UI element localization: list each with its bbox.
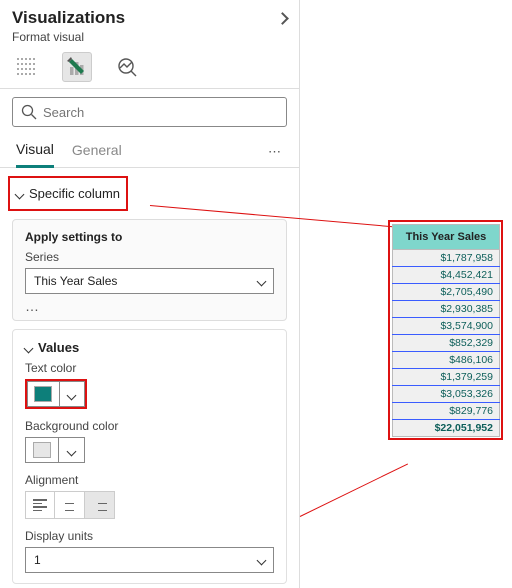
pane-subtitle: Format visual <box>0 30 299 50</box>
tabs-more-icon[interactable]: ⋯ <box>268 144 283 160</box>
preview-table: This Year Sales $1,787,958$4,452,421$2,7… <box>392 224 500 437</box>
collapse-pane-icon[interactable] <box>278 11 287 26</box>
preview-total-cell: $22,051,952 <box>393 420 500 437</box>
format-visual-button[interactable] <box>62 52 92 82</box>
tab-general[interactable]: General <box>72 138 122 166</box>
series-label: Series <box>25 250 274 264</box>
visualizations-pane: Visualizations Format visual <box>0 0 300 588</box>
apply-settings-heading: Apply settings to <box>25 230 274 244</box>
chevron-down-icon <box>16 186 23 201</box>
values-card: Values Text color Background color Align… <box>12 329 287 584</box>
text-color-label: Text color <box>25 361 274 375</box>
display-units-value: 1 <box>34 553 41 567</box>
bg-color-picker[interactable] <box>25 437 87 463</box>
values-heading: Values <box>38 340 79 355</box>
preview-cell: $4,452,421 <box>393 267 500 284</box>
apply-settings-more-icon[interactable]: … <box>25 298 274 314</box>
values-section-header[interactable]: Values <box>25 340 274 355</box>
search-input-wrapper[interactable] <box>12 97 287 127</box>
text-color-picker[interactable] <box>25 379 87 409</box>
table-preview: This Year Sales $1,787,958$4,452,421$2,7… <box>392 224 500 437</box>
toolbar-divider <box>0 88 299 89</box>
chevron-down-icon <box>25 340 32 355</box>
preview-cell: $486,106 <box>393 352 500 369</box>
series-value: This Year Sales <box>34 274 117 288</box>
chevron-down-icon <box>258 274 265 288</box>
preview-cell: $1,379,259 <box>393 369 500 386</box>
text-color-swatch <box>27 381 60 407</box>
preview-cell: $852,329 <box>393 335 500 352</box>
align-right-button[interactable] <box>85 491 115 519</box>
text-color-dropdown[interactable] <box>60 381 85 407</box>
chevron-down-icon <box>68 387 75 402</box>
search-icon <box>21 104 37 120</box>
align-center-button[interactable] <box>55 491 85 519</box>
preview-cell: $829,776 <box>393 403 500 420</box>
display-units-label: Display units <box>25 529 274 543</box>
build-visual-button[interactable] <box>12 52 42 82</box>
preview-cell: $1,787,958 <box>393 250 500 267</box>
alignment-group <box>25 491 274 519</box>
callout-line <box>300 463 408 517</box>
pane-header: Visualizations <box>0 0 299 30</box>
series-select[interactable]: This Year Sales <box>25 268 274 294</box>
preview-cell: $3,053,326 <box>393 386 500 403</box>
chevron-down-icon <box>68 443 75 458</box>
analytics-button[interactable] <box>112 52 142 82</box>
chevron-down-icon <box>258 553 265 567</box>
search-input[interactable] <box>43 105 278 120</box>
bg-color-swatch <box>25 437 59 463</box>
display-units-select[interactable]: 1 <box>25 547 274 573</box>
section-specific-column[interactable]: Specific column <box>8 176 128 211</box>
format-tabs: Visual General ⋯ <box>0 137 299 168</box>
preview-cell: $2,930,385 <box>393 301 500 318</box>
preview-header: This Year Sales <box>393 225 500 250</box>
pane-title: Visualizations <box>12 8 125 28</box>
tab-visual[interactable]: Visual <box>16 137 54 168</box>
preview-cell: $2,705,490 <box>393 284 500 301</box>
format-toolbar <box>0 50 299 88</box>
preview-cell: $3,574,900 <box>393 318 500 335</box>
apply-settings-card: Apply settings to Series This Year Sales… <box>12 219 287 321</box>
section-label: Specific column <box>29 186 120 201</box>
align-left-button[interactable] <box>25 491 55 519</box>
bg-color-dropdown[interactable] <box>59 437 85 463</box>
bg-color-label: Background color <box>25 419 274 433</box>
alignment-label: Alignment <box>25 473 274 487</box>
